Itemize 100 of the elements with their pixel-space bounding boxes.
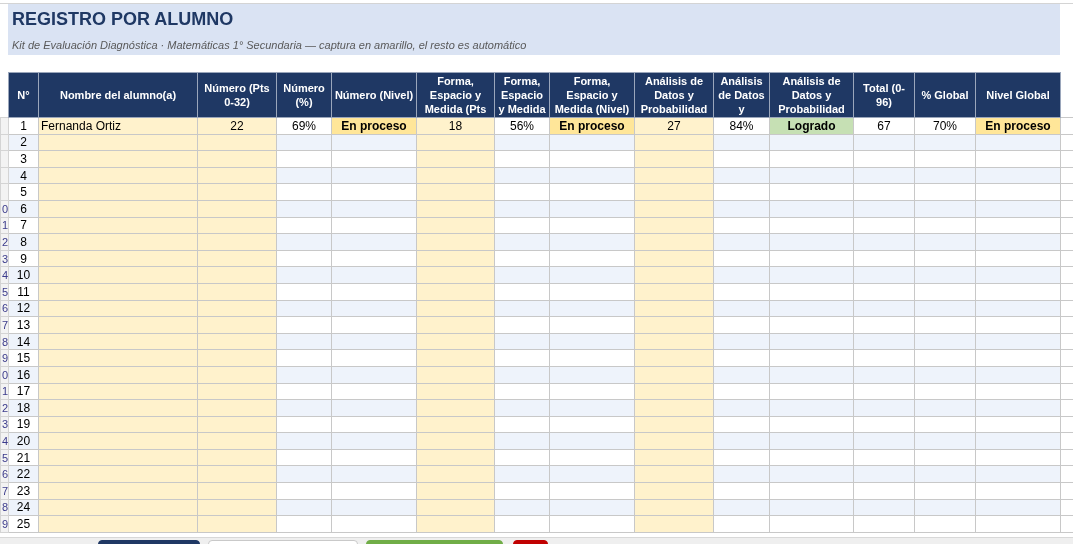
column-header: Número (%) xyxy=(276,72,332,118)
row-number: 0 xyxy=(1,368,8,381)
table-cell: 19 xyxy=(8,416,39,433)
row-number: 0 xyxy=(1,202,8,215)
table-cell xyxy=(276,183,332,201)
row-number: 2 xyxy=(1,401,8,414)
sheet-title: REGISTRO POR ALUMNO xyxy=(12,8,235,30)
table-cell xyxy=(853,150,915,168)
column-header: Número (Pts 0-32) xyxy=(197,72,277,118)
table-cell xyxy=(914,515,976,533)
table-cell xyxy=(914,482,976,500)
table-cell xyxy=(853,349,915,367)
table-cell xyxy=(914,383,976,400)
table-cell xyxy=(853,283,915,301)
table-cell xyxy=(914,449,976,466)
row-number: 7 xyxy=(1,484,8,497)
row-number: 6 xyxy=(1,302,8,315)
row-number: 2 xyxy=(1,235,8,248)
table-cell xyxy=(276,217,332,234)
table-cell xyxy=(494,183,550,201)
table-cell xyxy=(494,316,550,334)
row-number: 4 xyxy=(1,269,8,282)
column-header: N° xyxy=(8,72,39,118)
table-cell: 1 xyxy=(8,117,39,135)
table-cell: 17 xyxy=(8,383,39,400)
table-cell xyxy=(853,515,915,533)
table-cell xyxy=(494,482,550,500)
table-cell: 67 xyxy=(853,117,915,135)
column-header: Número (Nivel) xyxy=(331,72,417,118)
row-number: 7 xyxy=(1,318,8,331)
column-header: Análisis de Datos y Probabilidad xyxy=(769,72,854,118)
table-cell: 84% xyxy=(713,117,770,135)
table-cell xyxy=(494,515,550,533)
row-number: 3 xyxy=(1,418,8,431)
table-cell xyxy=(494,250,550,267)
table-cell xyxy=(713,183,770,201)
row-number: 9 xyxy=(1,352,8,365)
table-cell xyxy=(713,283,770,301)
table-cell: 9 xyxy=(8,250,39,267)
table-cell xyxy=(853,316,915,334)
row-number: 8 xyxy=(1,335,8,348)
column-header: Nivel Global xyxy=(975,72,1061,118)
table-cell: 23 xyxy=(8,482,39,500)
table-cell xyxy=(914,183,976,201)
column-header: % Global xyxy=(914,72,976,118)
row-number: 8 xyxy=(1,501,8,514)
column-header: Análisis de Datos y Probabilidad xyxy=(634,72,714,118)
table-cell xyxy=(713,250,770,267)
table-cell xyxy=(713,349,770,367)
table-cell xyxy=(276,416,332,433)
table-cell xyxy=(494,416,550,433)
table-cell: 7 xyxy=(8,217,39,234)
table-cell xyxy=(914,416,976,433)
table-cell xyxy=(494,383,550,400)
row-number: 4 xyxy=(1,435,8,448)
table-cell xyxy=(276,482,332,500)
row-number: 9 xyxy=(1,518,8,531)
table-cell xyxy=(853,482,915,500)
table-cell xyxy=(914,217,976,234)
row-number: 5 xyxy=(1,451,8,464)
table-cell: 21 xyxy=(8,449,39,466)
table-cell xyxy=(713,515,770,533)
table-cell xyxy=(853,183,915,201)
column-header: Nombre del alumno(a) xyxy=(38,72,198,118)
table-cell xyxy=(853,217,915,234)
table-cell: 70% xyxy=(914,117,976,135)
table-cell xyxy=(276,283,332,301)
table-cell xyxy=(276,383,332,400)
table-cell xyxy=(853,250,915,267)
table-cell xyxy=(494,449,550,466)
table-cell xyxy=(713,416,770,433)
table-cell: 15 xyxy=(8,349,39,367)
table-cell xyxy=(914,316,976,334)
column-header: Forma, Espacio y Medida (Nivel) xyxy=(549,72,635,118)
table-cell: 56% xyxy=(494,117,550,135)
table-cell xyxy=(494,217,550,234)
table-cell xyxy=(713,316,770,334)
table-cell xyxy=(914,150,976,168)
table-cell xyxy=(276,349,332,367)
table-cell xyxy=(494,150,550,168)
table-cell xyxy=(276,316,332,334)
table-cell xyxy=(276,515,332,533)
table-cell: 69% xyxy=(276,117,332,135)
table-cell xyxy=(494,283,550,301)
table-cell xyxy=(494,349,550,367)
row-number: 6 xyxy=(1,468,8,481)
table-cell xyxy=(276,250,332,267)
column-header: Total (0-96) xyxy=(853,72,915,118)
table-cell xyxy=(713,383,770,400)
table-cell xyxy=(853,383,915,400)
table-cell xyxy=(914,349,976,367)
column-header: Forma, Espacio y Medida xyxy=(494,72,550,118)
row-number: 1 xyxy=(1,385,8,398)
table-cell xyxy=(914,250,976,267)
sheet-subtitle: Kit de Evaluación Diagnóstica · Matemáticas 1° Secundaria — captura en amarillo, el resto es automático xyxy=(12,38,528,52)
table-cell: 5 xyxy=(8,183,39,201)
table-cell xyxy=(276,449,332,466)
table-cell: 11 xyxy=(8,283,39,301)
table-cell: 25 xyxy=(8,515,39,533)
row-number: 3 xyxy=(1,252,8,265)
